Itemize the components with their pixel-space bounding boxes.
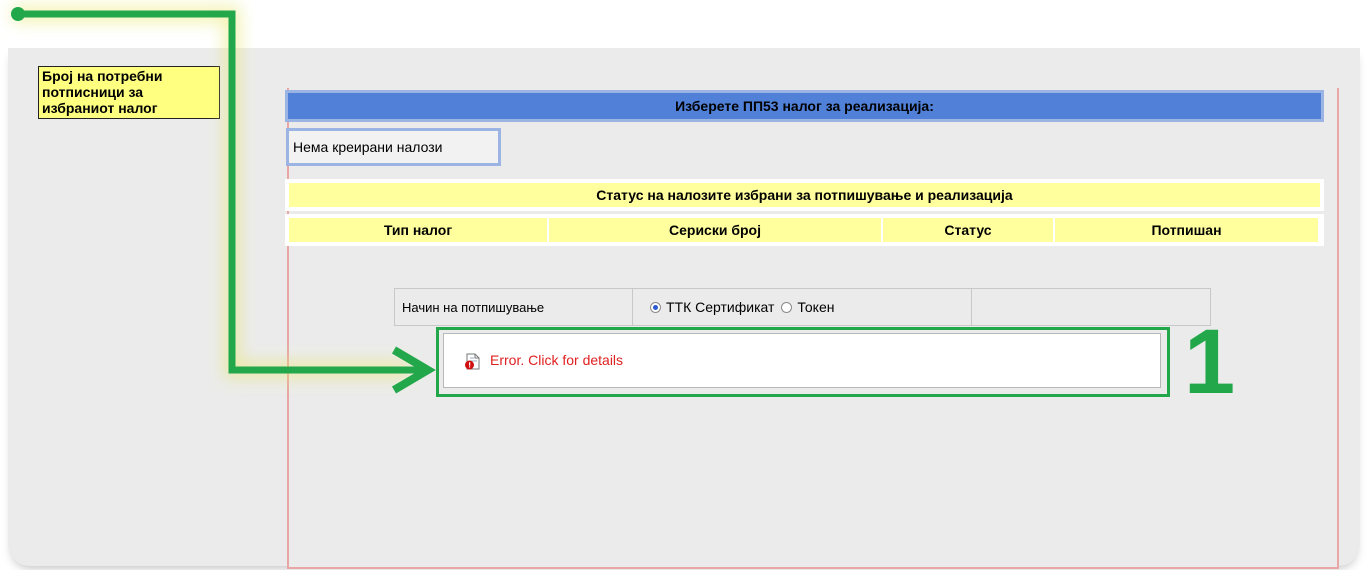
annotation-arrow bbox=[11, 6, 436, 394]
arrow-start-dot bbox=[11, 7, 25, 21]
arrow-glow bbox=[12, 6, 410, 378]
arrow-line bbox=[14, 10, 425, 374]
